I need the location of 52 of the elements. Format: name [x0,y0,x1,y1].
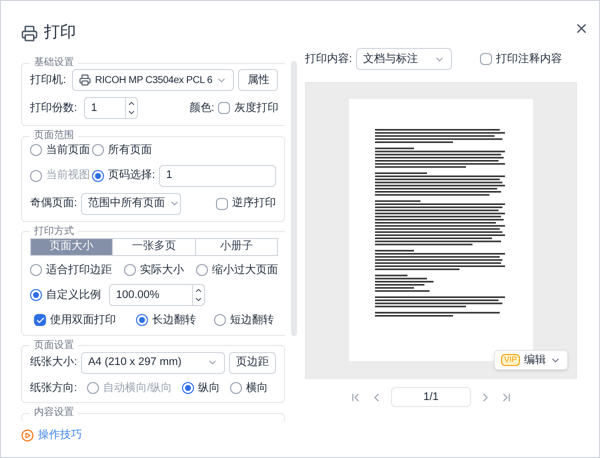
radio-option[interactable]: 缩小过大页面 [196,262,278,278]
field-label: 纸张方向: [30,380,78,396]
group-title: 内容设置 [33,407,75,419]
edit-button[interactable]: VIP 编辑 [494,350,568,370]
field-label: 纸张大小: [30,355,78,370]
copies-spinbox[interactable]: 1 [84,97,138,119]
radio-option[interactable]: 适合打印边距 [30,262,112,278]
printer-icon [79,74,91,86]
radio-option[interactable]: 纵向 [182,380,220,396]
field-label: 打印机: [30,72,68,88]
radio-option[interactable]: 长边翻转 [136,312,202,328]
group-title: 基础设置 [33,57,75,69]
play-icon [21,428,34,442]
radio-option[interactable]: 实际大小 [124,262,184,278]
checkbox-option[interactable]: 打印注释内容 [480,50,562,68]
group-title: 页面范围 [33,130,75,142]
last-page-icon[interactable] [500,390,513,404]
print-content-select[interactable]: 文档与标注 [356,48,452,70]
printer-select[interactable]: RICOH MP C3504ex PCL 6 [72,69,234,91]
odd-even-select[interactable]: 范围中所有页面 [81,192,182,214]
field-label: 打印内容: [305,52,352,67]
field-label: 颜色: [189,100,214,116]
radio-option[interactable]: 短边翻转 [214,312,274,328]
radio-option[interactable]: 所有页面 [92,142,276,158]
page-indicator: 1/1 [391,387,471,407]
scale-spinbox[interactable]: 100.00% [109,284,205,306]
close-icon[interactable] [574,21,589,36]
decrement-icon[interactable] [194,295,203,304]
increment-icon[interactable] [127,99,136,108]
increment-icon[interactable] [194,286,203,295]
radio-option[interactable]: 自定义比例 [30,286,101,304]
printer-icon [21,24,38,42]
field-label: 奇偶页面: [30,196,78,212]
window-title: 打印 [44,22,76,43]
tips-link[interactable]: 操作技巧 [21,427,301,444]
field-label: 打印份数: [30,100,78,116]
page-number-input[interactable]: 1 [159,164,276,186]
group-title: 打印方式 [33,226,75,238]
properties-button[interactable]: 属性 [238,69,278,91]
paper-size-select[interactable]: A4 (210 x 297 mm) [81,352,225,374]
group-title: 页面设置 [33,340,75,352]
radio-option[interactable]: 页码选择: [92,167,156,184]
checkbox-option[interactable]: 灰度打印 [218,100,278,116]
check-icon [36,316,44,325]
decrement-icon[interactable] [127,108,136,117]
checkbox-option[interactable]: 使用双面打印 [34,312,120,328]
scrollbar[interactable] [291,61,297,336]
margins-button[interactable]: 页边距 [229,352,276,374]
checkbox-option[interactable]: 逆序打印 [216,195,276,212]
radio-option[interactable]: 当前页面 [30,142,92,158]
vip-badge: VIP [501,354,520,366]
radio-option[interactable]: 横向 [230,380,268,396]
